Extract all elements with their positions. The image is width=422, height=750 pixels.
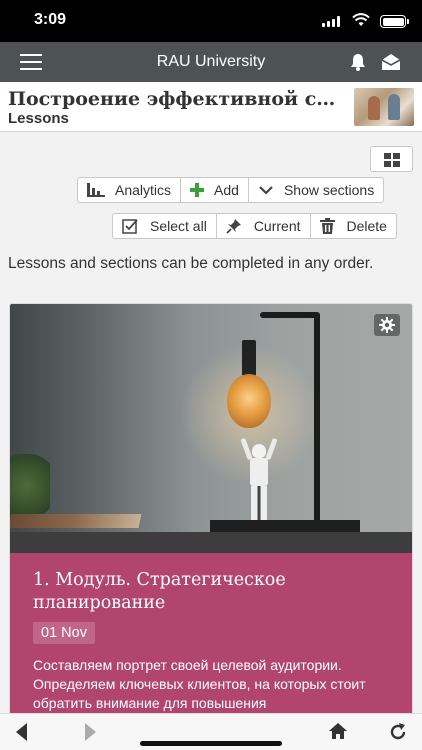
lesson-cover-image	[10, 304, 412, 553]
show-sections-label: Show sections	[283, 182, 375, 198]
add-label: Add	[214, 182, 239, 198]
current-button[interactable]: Current	[217, 214, 311, 238]
lessons-description: Lessons and sections can be completed in…	[8, 255, 374, 272]
delete-button[interactable]: Delete	[311, 214, 396, 238]
back-arrow-icon[interactable]	[16, 723, 28, 746]
delete-label: Delete	[346, 218, 387, 234]
trash-icon	[319, 218, 335, 234]
pin-icon	[226, 218, 242, 234]
select-all-label: Select all	[150, 218, 207, 234]
envelope-open-icon[interactable]	[380, 52, 402, 77]
lesson-info-panel: 1. Модуль. Стратегическое планирование 0…	[10, 553, 412, 722]
select-all-button[interactable]: Select all	[113, 214, 217, 238]
lesson-card[interactable]: 1. Модуль. Стратегическое планирование 0…	[9, 303, 413, 723]
checkbox-icon	[122, 218, 138, 234]
reload-icon[interactable]	[388, 722, 408, 747]
status-bar: 3:09	[0, 0, 422, 42]
home-icon[interactable]	[328, 722, 348, 745]
status-time: 3:09	[34, 11, 67, 28]
course-subtitle: Lessons	[8, 110, 69, 127]
analytics-label: Analytics	[115, 182, 172, 198]
battery-icon	[380, 15, 409, 28]
chevron-down-icon	[258, 185, 274, 195]
gear-icon[interactable]	[374, 314, 400, 336]
course-title[interactable]: Построение эффективной системы продаж	[8, 88, 344, 110]
module-title[interactable]: 1. Модуль. Стратегическое планирование	[33, 569, 393, 615]
show-sections-button[interactable]: Show sections	[249, 178, 383, 202]
lesson-toolbar: Analytics Add Show sections	[77, 177, 385, 203]
wifi-icon	[352, 13, 370, 32]
app-header: RAU University	[0, 42, 422, 82]
analytics-button[interactable]: Analytics	[78, 178, 182, 202]
cellular-signal-icon	[322, 16, 340, 27]
grid-view-button[interactable]	[370, 146, 413, 172]
plus-icon	[190, 183, 205, 197]
bell-icon[interactable]	[348, 52, 368, 77]
selection-toolbar: Select all Current Delete	[112, 213, 397, 239]
forward-arrow-icon[interactable]	[84, 723, 96, 746]
home-indicator	[140, 741, 282, 746]
add-button[interactable]: Add	[181, 178, 249, 202]
bar-chart-icon	[87, 183, 105, 197]
browser-bottom-bar	[0, 713, 422, 750]
module-description: Составляем портрет своей целевой аудитор…	[33, 657, 366, 711]
module-date-badge: 01 Nov	[33, 622, 95, 644]
current-label: Current	[253, 218, 301, 234]
course-thumbnail[interactable]	[354, 88, 414, 126]
course-header: Построение эффективной системы продаж Le…	[0, 82, 422, 132]
